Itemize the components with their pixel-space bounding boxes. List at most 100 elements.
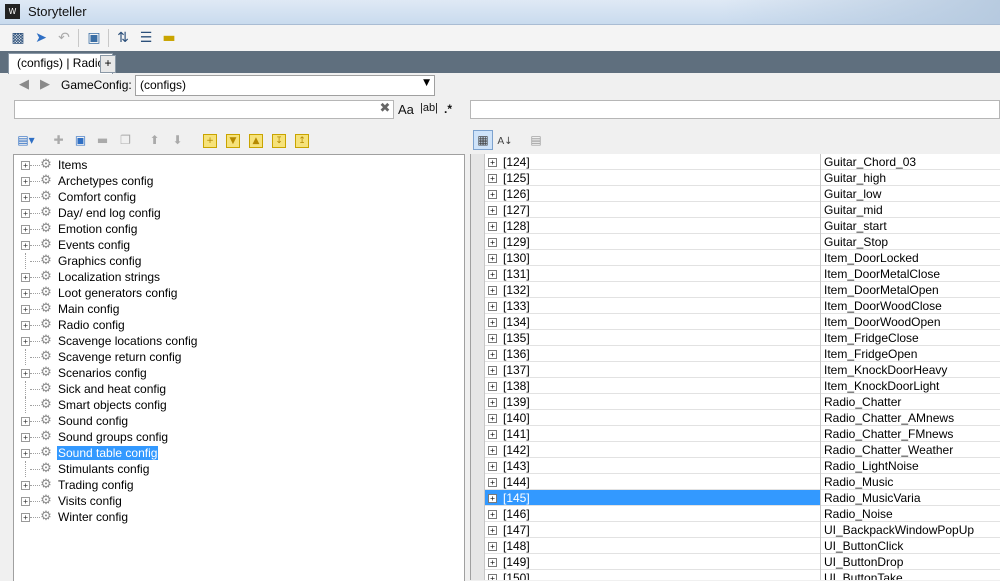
- expand-plus-icon[interactable]: +: [488, 318, 497, 327]
- expand-plus-icon[interactable]: +: [21, 305, 30, 314]
- remove-item-button[interactable]: ▬: [94, 132, 111, 149]
- grid-row[interactable]: + [137] Item_KnockDoorHeavy: [485, 362, 1000, 378]
- expand-plus-icon[interactable]: +: [488, 270, 497, 279]
- grid-row[interactable]: + [125] Guitar_high: [485, 170, 1000, 186]
- grid-row[interactable]: + [141] Radio_Chatter_FMnews: [485, 426, 1000, 442]
- grid-row[interactable]: + [134] Item_DoorWoodOpen: [485, 314, 1000, 330]
- expand-plus-icon[interactable]: +: [21, 369, 30, 378]
- list-button[interactable]: ☰: [136, 28, 156, 48]
- undo-button[interactable]: ↶: [54, 28, 74, 48]
- grid-row-value[interactable]: Item_DoorMetalOpen: [824, 283, 939, 297]
- match-case-toggle[interactable]: Aa: [398, 102, 414, 117]
- grid-row[interactable]: + [149] UI_ButtonDrop: [485, 554, 1000, 570]
- expand-plus-icon[interactable]: +: [488, 446, 497, 455]
- expand-plus-icon[interactable]: +: [21, 177, 30, 186]
- grid-row[interactable]: + [132] Item_DoorMetalOpen: [485, 282, 1000, 298]
- grid-row[interactable]: + [128] Guitar_start: [485, 218, 1000, 234]
- grid-row[interactable]: + [139] Radio_Chatter: [485, 394, 1000, 410]
- grid-row-value[interactable]: UI_ButtonClick: [824, 539, 903, 553]
- clear-search-icon[interactable]: ✖: [378, 102, 392, 116]
- add-folder-button[interactable]: ▣: [72, 132, 89, 149]
- grid-row[interactable]: + [126] Guitar_low: [485, 186, 1000, 202]
- expand-plus-icon[interactable]: +: [488, 222, 497, 231]
- expand-plus-icon[interactable]: +: [488, 398, 497, 407]
- grid-row-value[interactable]: Item_DoorWoodClose: [824, 299, 942, 313]
- move-bottom-button[interactable]: ↧: [272, 134, 286, 148]
- grid-row[interactable]: + [133] Item_DoorWoodClose: [485, 298, 1000, 314]
- grid-row[interactable]: + [124] Guitar_Chord_03: [485, 154, 1000, 170]
- expand-plus-icon[interactable]: +: [21, 337, 30, 346]
- move-down-button[interactable]: ⬇: [169, 132, 186, 149]
- grid-row-value[interactable]: UI_BackpackWindowPopUp: [824, 523, 974, 537]
- grid-row[interactable]: + [129] Guitar_Stop: [485, 234, 1000, 250]
- back-arrow-icon[interactable]: ◀: [16, 77, 32, 93]
- expand-plus-icon[interactable]: +: [488, 510, 497, 519]
- expand-plus-icon[interactable]: +: [488, 494, 497, 503]
- regex-toggle[interactable]: .*: [444, 102, 452, 116]
- grid-row-value[interactable]: UI_ButtonDrop: [824, 555, 903, 569]
- expand-plus-icon[interactable]: +: [21, 433, 30, 442]
- expand-plus-icon[interactable]: +: [21, 481, 30, 490]
- expand-plus-icon[interactable]: +: [21, 225, 30, 234]
- grid-row[interactable]: + [140] Radio_Chatter_AMnews: [485, 410, 1000, 426]
- expand-plus-icon[interactable]: +: [488, 190, 497, 199]
- grid-row-value[interactable]: Radio_Noise: [824, 507, 893, 521]
- categorized-view-button[interactable]: ▦: [473, 130, 493, 150]
- collapse-up-button[interactable]: ▲: [249, 134, 263, 148]
- expand-plus-icon[interactable]: +: [21, 321, 30, 330]
- grid-row[interactable]: + [150] UI_ButtonTake: [485, 570, 1000, 580]
- expand-plus-icon[interactable]: +: [488, 430, 497, 439]
- expand-plus-icon[interactable]: +: [488, 254, 497, 263]
- expand-plus-icon[interactable]: +: [488, 158, 497, 167]
- grid-row[interactable]: + [142] Radio_Chatter_Weather: [485, 442, 1000, 458]
- collapse-down-button[interactable]: ▼: [226, 134, 240, 148]
- grid-row[interactable]: + [146] Radio_Noise: [485, 506, 1000, 522]
- move-top-button[interactable]: ↥: [295, 134, 309, 148]
- grid-row-value[interactable]: Guitar_Stop: [824, 235, 888, 249]
- forward-arrow-icon[interactable]: ▶: [37, 77, 53, 93]
- grid-row[interactable]: + [138] Item_KnockDoorLight: [485, 378, 1000, 394]
- expand-plus-icon[interactable]: +: [488, 542, 497, 551]
- expand-plus-icon[interactable]: +: [488, 286, 497, 295]
- expand-plus-icon[interactable]: +: [488, 206, 497, 215]
- property-pages-button[interactable]: ▤: [526, 130, 546, 150]
- grid-row-value[interactable]: Item_FridgeOpen: [824, 347, 917, 361]
- expand-plus-icon[interactable]: +: [488, 558, 497, 567]
- add-item-button[interactable]: ✚: [50, 132, 67, 149]
- grid-row-value[interactable]: Guitar_high: [824, 171, 886, 185]
- expand-plus-icon[interactable]: +: [21, 289, 30, 298]
- grid-row-value[interactable]: Item_DoorWoodOpen: [824, 315, 941, 329]
- search-input[interactable]: [14, 100, 394, 119]
- expand-plus-icon[interactable]: +: [21, 513, 30, 522]
- alphabetical-sort-button[interactable]: A↓: [495, 130, 515, 150]
- expand-plus-icon[interactable]: +: [488, 478, 497, 487]
- property-filter-input[interactable]: [470, 100, 1000, 119]
- grid-row-value[interactable]: Item_FridgeClose: [824, 331, 919, 345]
- run-button[interactable]: ➤: [31, 28, 51, 48]
- grid-row[interactable]: + [135] Item_FridgeClose: [485, 330, 1000, 346]
- grid-row-value[interactable]: Radio_Music: [824, 475, 893, 489]
- expand-plus-icon[interactable]: +: [488, 414, 497, 423]
- grid-row[interactable]: + [131] Item_DoorMetalClose: [485, 266, 1000, 282]
- grid-row-value[interactable]: Item_KnockDoorLight: [824, 379, 939, 393]
- expand-plus-icon[interactable]: +: [488, 526, 497, 535]
- grid-row-value[interactable]: Guitar_start: [824, 219, 887, 233]
- preview-button[interactable]: ▣: [84, 28, 104, 48]
- expand-plus-icon[interactable]: +: [21, 241, 30, 250]
- tree-view-menu-button[interactable]: ▤▾: [14, 132, 38, 149]
- expand-plus-icon[interactable]: +: [21, 497, 30, 506]
- grid-row-value[interactable]: Radio_LightNoise: [824, 459, 919, 473]
- sort-button[interactable]: ⇅: [113, 28, 133, 48]
- expand-button[interactable]: +: [203, 134, 217, 148]
- grid-row[interactable]: + [148] UI_ButtonClick: [485, 538, 1000, 554]
- grid-row-value[interactable]: Radio_Chatter_FMnews: [824, 427, 953, 441]
- grid-row[interactable]: + [136] Item_FridgeOpen: [485, 346, 1000, 362]
- grid-row-value[interactable]: Item_DoorLocked: [824, 251, 919, 265]
- grid-row-value[interactable]: Radio_MusicVaria: [824, 491, 921, 505]
- grid-row-value[interactable]: Radio_Chatter_AMnews: [824, 411, 954, 425]
- expand-plus-icon[interactable]: +: [21, 417, 30, 426]
- grid-row[interactable]: + [130] Item_DoorLocked: [485, 250, 1000, 266]
- expand-plus-icon[interactable]: +: [21, 161, 30, 170]
- save-button[interactable]: ▩: [8, 28, 28, 48]
- grid-row-value[interactable]: Item_DoorMetalClose: [824, 267, 940, 281]
